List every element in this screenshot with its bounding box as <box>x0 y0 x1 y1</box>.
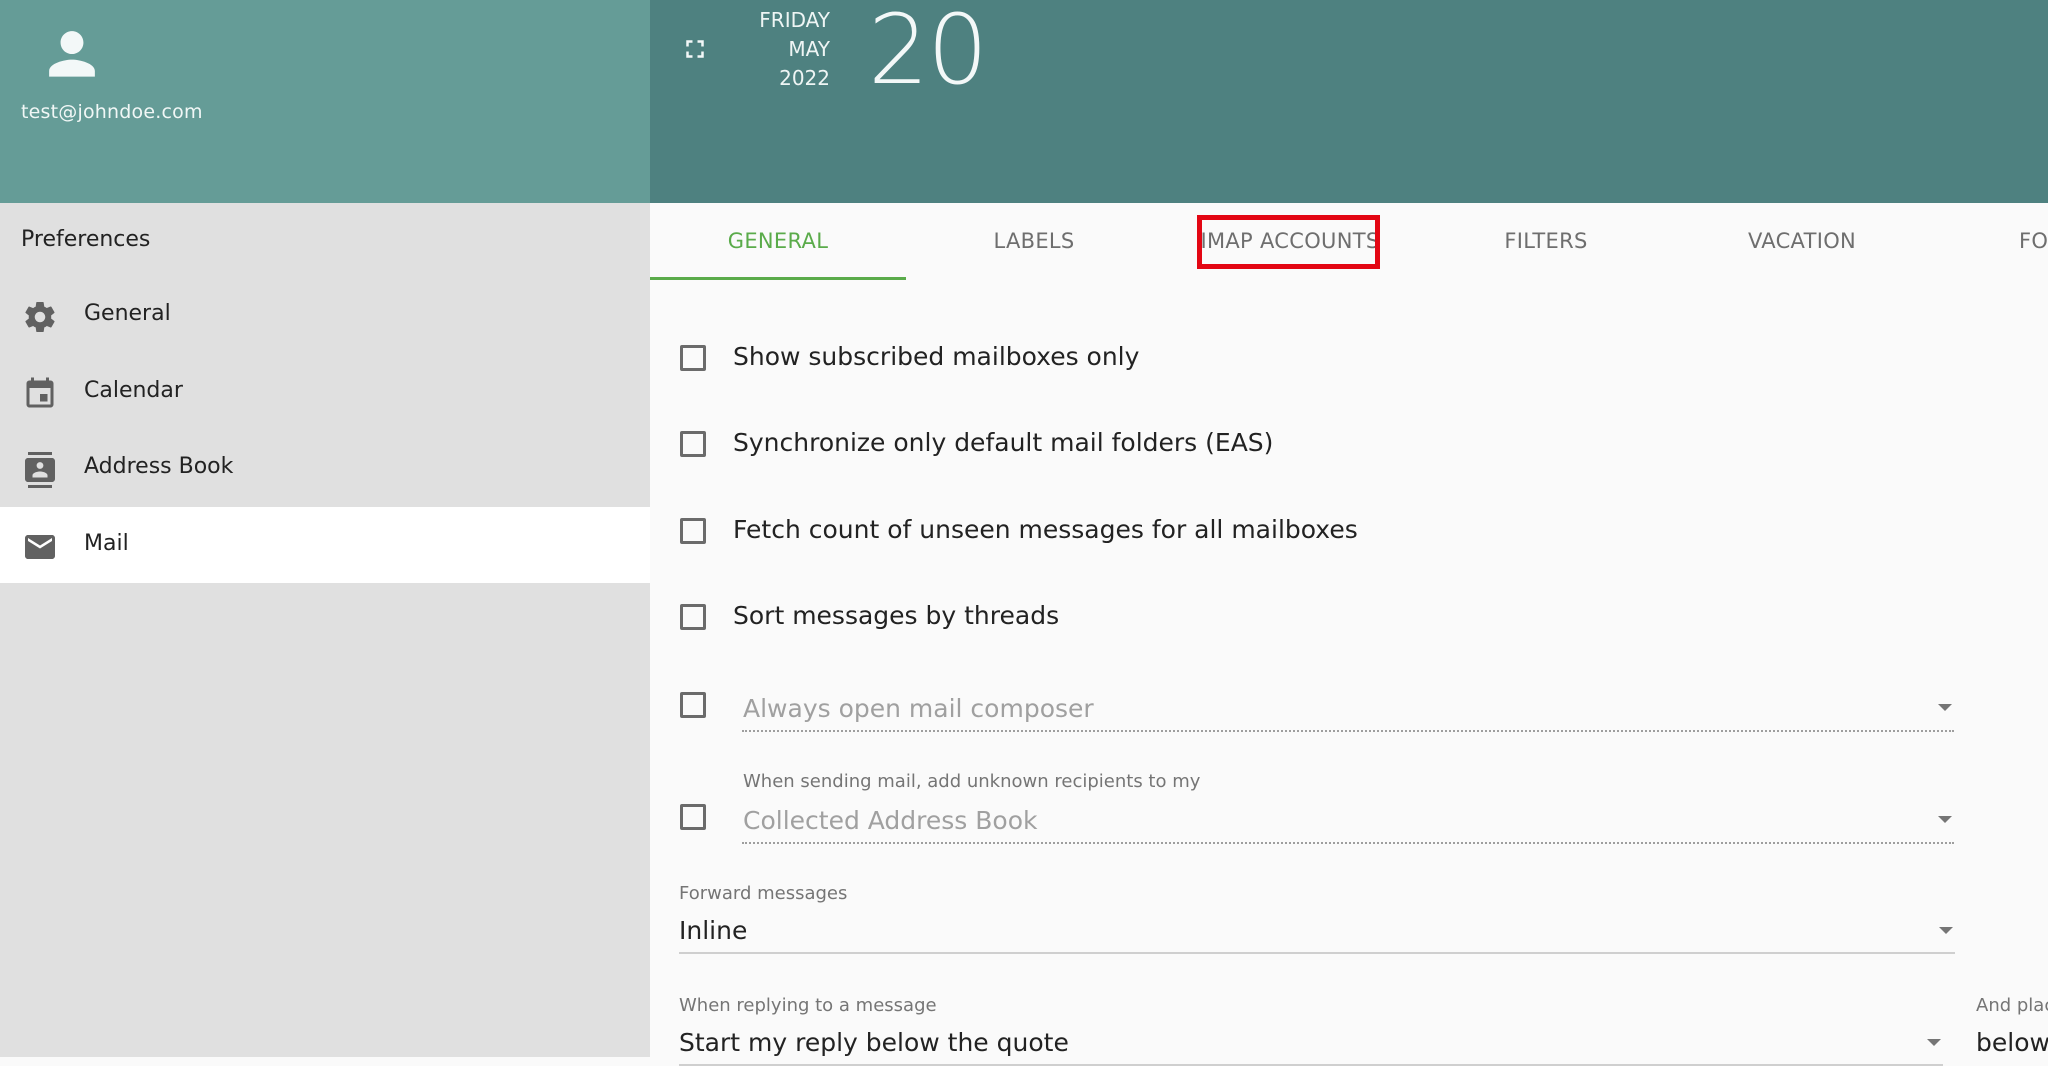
highlight-box <box>1197 215 1380 269</box>
unknown-recipients-checkbox[interactable] <box>680 804 706 830</box>
date-header <box>650 0 2048 203</box>
sync-default-checkbox[interactable] <box>680 431 706 457</box>
user-panel: test@johndoe.com <box>0 0 650 203</box>
gear-icon <box>25 302 55 333</box>
open-composer-checkbox[interactable] <box>680 692 706 718</box>
open-composer-select[interactable]: Always open mail composer <box>742 690 1954 732</box>
reply-value: Start my reply below the quote <box>679 1028 1069 1057</box>
reply-select[interactable]: Start my reply below the quote <box>679 1024 1943 1066</box>
user-avatar-icon[interactable] <box>44 26 100 82</box>
forward-select[interactable]: Inline <box>679 912 1955 954</box>
sidebar-item-general[interactable]: General <box>0 277 650 353</box>
sidebar-item-calendar[interactable]: Calendar <box>0 354 650 430</box>
contacts-icon <box>25 452 55 488</box>
date-weekday: FRIDAY <box>759 8 830 32</box>
tab-general[interactable]: GENERAL <box>650 203 906 280</box>
show-subscribed-checkbox[interactable] <box>680 345 706 371</box>
reply-label: When replying to a message <box>679 995 937 1016</box>
chevron-down-icon <box>1938 704 1952 711</box>
date-year: 2022 <box>779 66 830 90</box>
open-composer-value: Always open mail composer <box>743 694 1094 723</box>
user-email: test@johndoe.com <box>21 101 203 123</box>
unknown-recipients-select[interactable]: Collected Address Book <box>742 802 1954 844</box>
sidebar-item-label: General <box>84 301 171 326</box>
unknown-recipients-option[interactable] <box>680 801 710 837</box>
signature-placement-label: And plac <box>1976 995 2048 1016</box>
tab-labels[interactable]: LABELS <box>906 203 1162 280</box>
unknown-recipients-label: When sending mail, add unknown recipient… <box>743 771 1201 792</box>
forward-value: Inline <box>679 916 748 945</box>
sort-threads-checkbox[interactable] <box>680 604 706 630</box>
fullscreen-icon[interactable] <box>680 34 710 64</box>
fetch-unseen-checkbox[interactable] <box>680 518 706 544</box>
sidebar-item-mail[interactable]: Mail <box>0 507 650 583</box>
sidebar-item-label: Calendar <box>84 378 183 403</box>
sidebar-item-address-book[interactable]: Address Book <box>0 430 650 506</box>
calendar-icon <box>26 377 54 408</box>
signature-placement-select[interactable]: below <box>1976 1024 2048 1064</box>
tab-filters[interactable]: FILTERS <box>1418 203 1674 280</box>
sidebar-item-label: Address Book <box>84 454 234 479</box>
show-subscribed-label: Show subscribed mailboxes only <box>733 342 1140 371</box>
tab-vacation[interactable]: VACATION <box>1674 203 1930 280</box>
date-day: 20 <box>868 0 988 106</box>
signature-placement-value: below <box>1976 1028 2048 1057</box>
date-month: MAY <box>788 37 830 61</box>
mail-icon <box>25 535 55 559</box>
chevron-down-icon <box>1938 816 1952 823</box>
forward-label: Forward messages <box>679 883 848 904</box>
sidebar-item-label: Mail <box>84 531 129 556</box>
unknown-recipients-value: Collected Address Book <box>743 806 1038 835</box>
sidebar: test@johndoe.com Preferences General Cal… <box>0 0 650 1057</box>
open-composer-option[interactable] <box>680 689 710 725</box>
preferences-title: Preferences <box>21 227 151 252</box>
sort-threads-label: Sort messages by threads <box>733 601 1060 630</box>
tab-forward[interactable]: FOR <box>1930 203 2048 280</box>
chevron-down-icon <box>1939 927 1953 934</box>
fetch-unseen-label: Fetch count of unseen messages for all m… <box>733 515 1358 544</box>
sync-default-label: Synchronize only default mail folders (E… <box>733 428 1274 457</box>
chevron-down-icon <box>1927 1039 1941 1046</box>
